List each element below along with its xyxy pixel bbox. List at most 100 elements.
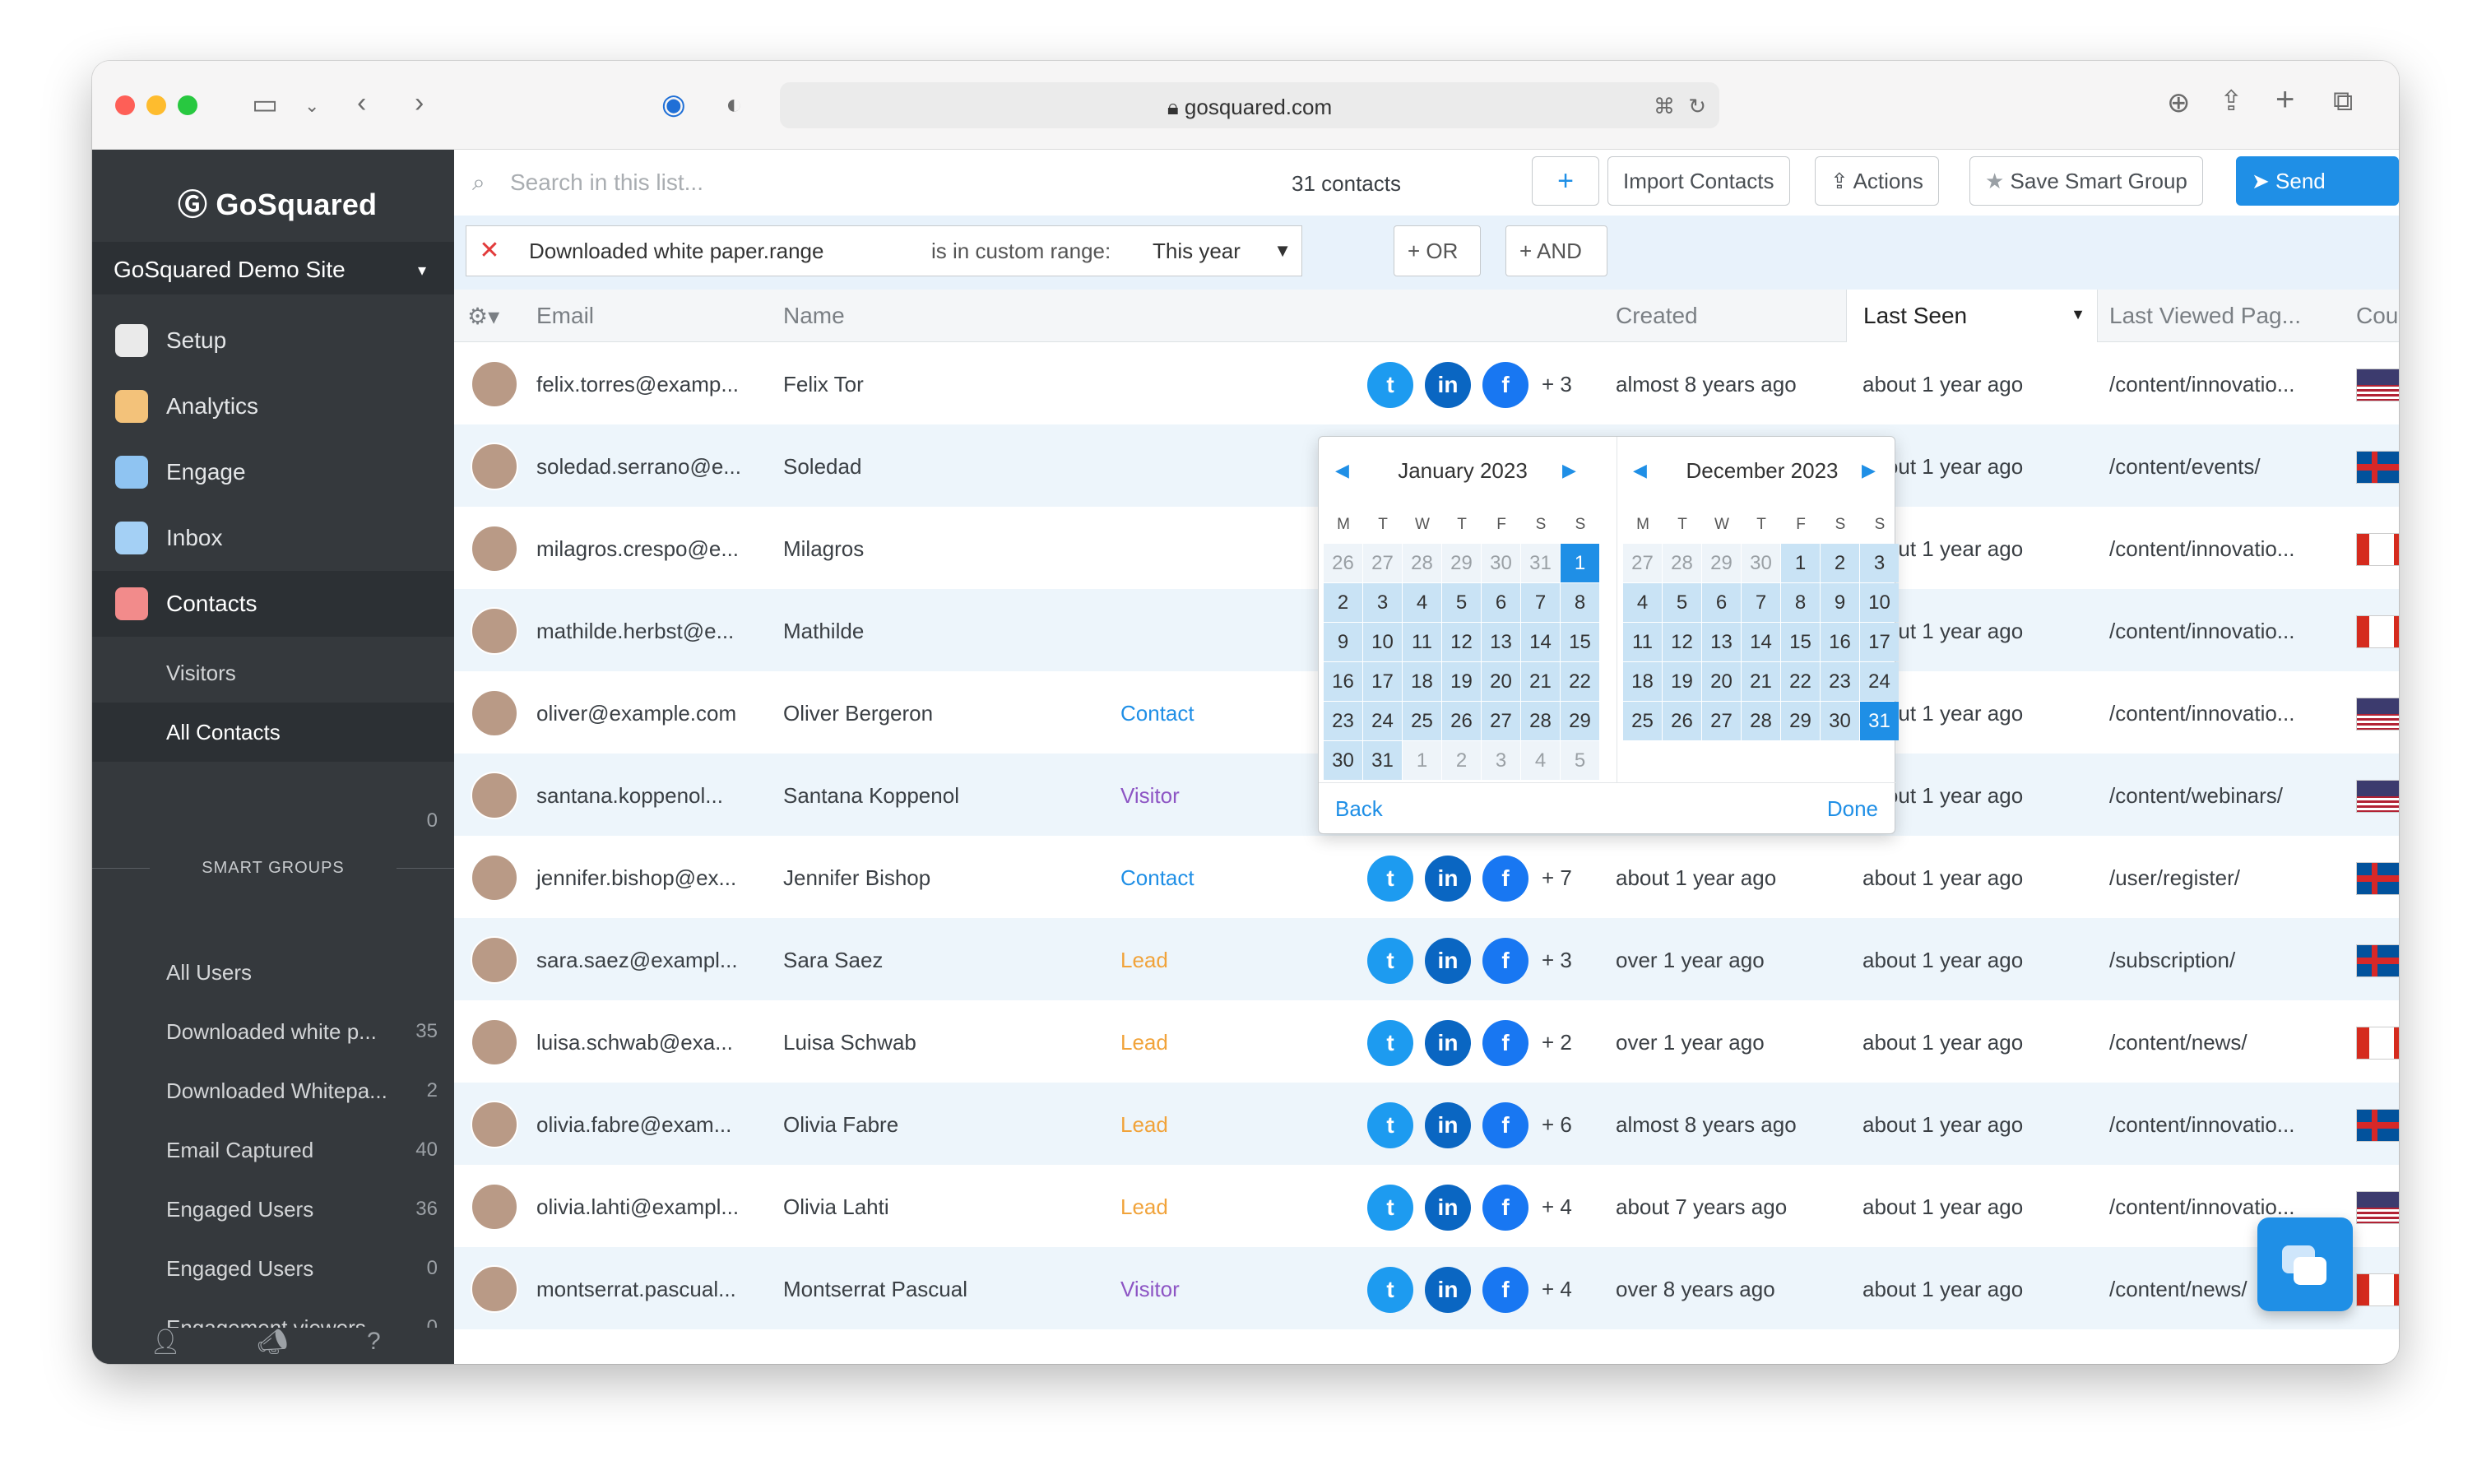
- twitter-icon[interactable]: t: [1367, 856, 1413, 902]
- table-row[interactable]: olivia.fabre@exam... Olivia Fabre Lead t in f…: [454, 1083, 2399, 1165]
- calendar-day[interactable]: 15: [1781, 623, 1820, 661]
- col-email[interactable]: Email: [536, 303, 594, 329]
- calendar-day[interactable]: 4: [1623, 583, 1662, 622]
- col-name[interactable]: Name: [783, 303, 845, 329]
- calendar-day[interactable]: 4: [1521, 741, 1560, 780]
- col-country[interactable]: Countı: [2356, 303, 2399, 329]
- nav-inbox[interactable]: Inbox: [92, 505, 454, 571]
- announcement-icon[interactable]: 📣︎: [257, 1328, 288, 1356]
- facebook-icon[interactable]: f: [1482, 1267, 1528, 1313]
- facebook-icon[interactable]: f: [1482, 1185, 1528, 1231]
- calendar-day[interactable]: 24: [1363, 702, 1402, 740]
- user-icon[interactable]: 👤︎: [150, 1328, 181, 1356]
- calendar-day[interactable]: 11: [1403, 623, 1441, 661]
- sidebar-toggle-icon[interactable]: ▭: [252, 90, 278, 118]
- add-contact-button[interactable]: +: [1532, 156, 1599, 206]
- calendar-day[interactable]: 28: [1742, 702, 1780, 740]
- facebook-icon[interactable]: f: [1482, 856, 1528, 902]
- calendar-day[interactable]: 13: [1702, 623, 1741, 661]
- maximize-window-button[interactable]: [178, 95, 197, 115]
- settings-gear-icon[interactable]: ⚙▾: [467, 303, 499, 330]
- group-item[interactable]: Downloaded Whitepa... 2: [92, 1061, 454, 1120]
- col-created[interactable]: Created: [1616, 303, 1698, 329]
- calendar-day[interactable]: 9: [1324, 623, 1362, 661]
- calendar-day[interactable]: 27: [1623, 544, 1662, 582]
- calendar-day[interactable]: 31: [1363, 741, 1402, 780]
- linkedin-icon[interactable]: in: [1425, 1267, 1471, 1313]
- calendar-day[interactable]: 31: [1860, 702, 1899, 740]
- calendar-day[interactable]: 12: [1442, 623, 1481, 661]
- calendar-day[interactable]: 30: [1821, 702, 1859, 740]
- calendar-day[interactable]: 2: [1442, 741, 1481, 780]
- linkedin-icon[interactable]: in: [1425, 938, 1471, 984]
- calendar-day[interactable]: 3: [1363, 583, 1402, 622]
- translate-icon[interactable]: ⌘: [1654, 92, 1675, 120]
- calendar-day[interactable]: 1: [1561, 544, 1599, 582]
- calendar-day[interactable]: 14: [1521, 623, 1560, 661]
- calendar-day[interactable]: 1: [1781, 544, 1820, 582]
- facebook-icon[interactable]: f: [1482, 1102, 1528, 1148]
- calendar-day[interactable]: 7: [1742, 583, 1780, 622]
- calendar-day[interactable]: 28: [1403, 544, 1441, 582]
- calendar-day[interactable]: 16: [1821, 623, 1859, 661]
- site-selector[interactable]: GoSquared Demo Site ▾: [92, 242, 454, 294]
- chat-launcher-button[interactable]: [2257, 1217, 2353, 1311]
- shield-icon[interactable]: ◐: [726, 90, 743, 118]
- calendar-day[interactable]: 21: [1521, 662, 1560, 701]
- calendar-day[interactable]: 18: [1403, 662, 1441, 701]
- calendar-day[interactable]: 19: [1663, 662, 1701, 701]
- calendar-day[interactable]: 4: [1403, 583, 1441, 622]
- import-contacts-button[interactable]: Import Contacts: [1607, 156, 1790, 206]
- facebook-icon[interactable]: f: [1482, 362, 1528, 408]
- table-row[interactable]: olivia.lahti@exampl... Olivia Lahti Lead t i…: [454, 1165, 2399, 1247]
- nav-analytics[interactable]: Analytics: [92, 373, 454, 439]
- calendar-day[interactable]: 28: [1521, 702, 1560, 740]
- linkedin-icon[interactable]: in: [1425, 1020, 1471, 1066]
- calendar-day[interactable]: 22: [1781, 662, 1820, 701]
- next-month-icon[interactable]: ▶: [1862, 460, 1876, 481]
- calendar-day[interactable]: 30: [1482, 544, 1520, 582]
- calendar-day[interactable]: 10: [1860, 583, 1899, 622]
- calendar-day[interactable]: 3: [1860, 544, 1899, 582]
- calendar-day[interactable]: 18: [1623, 662, 1662, 701]
- calendar-day[interactable]: 5: [1663, 583, 1701, 622]
- calendar-day[interactable]: 6: [1482, 583, 1520, 622]
- calendar-day[interactable]: 12: [1663, 623, 1701, 661]
- calendar-day[interactable]: 30: [1742, 544, 1780, 582]
- calendar-day[interactable]: 29: [1781, 702, 1820, 740]
- calendar-day[interactable]: 20: [1482, 662, 1520, 701]
- calendar-day[interactable]: 26: [1663, 702, 1701, 740]
- remove-filter-button[interactable]: ✕: [466, 225, 513, 276]
- share-icon[interactable]: ⇪: [2220, 87, 2243, 115]
- calendar-day[interactable]: 26: [1324, 544, 1362, 582]
- filter-field[interactable]: Downloaded white paper.range: [513, 225, 919, 276]
- new-tab-icon[interactable]: +: [2275, 83, 2294, 116]
- table-row[interactable]: montserrat.pascual... Montserrat Pascual V…: [454, 1247, 2399, 1329]
- nav-contacts[interactable]: Contacts: [92, 571, 454, 637]
- linkedin-icon[interactable]: in: [1425, 1185, 1471, 1231]
- calendar-day[interactable]: 20: [1702, 662, 1741, 701]
- download-icon[interactable]: ⊕: [2167, 89, 2191, 117]
- twitter-icon[interactable]: t: [1367, 362, 1413, 408]
- calendar-day[interactable]: 27: [1363, 544, 1402, 582]
- col-last-seen[interactable]: Last Seen ▼: [1846, 290, 2098, 342]
- help-icon[interactable]: ?: [367, 1328, 381, 1356]
- twitter-icon[interactable]: t: [1367, 1267, 1413, 1313]
- twitter-icon[interactable]: t: [1367, 1185, 1413, 1231]
- password-manager-icon[interactable]: ◉: [661, 90, 686, 118]
- twitter-icon[interactable]: t: [1367, 1102, 1413, 1148]
- calendar-back-button[interactable]: Back: [1335, 796, 1383, 822]
- calendar-day[interactable]: 10: [1363, 623, 1402, 661]
- calendar-day[interactable]: 14: [1742, 623, 1780, 661]
- calendar-day[interactable]: 8: [1781, 583, 1820, 622]
- calendar-day[interactable]: 11: [1623, 623, 1662, 661]
- forward-icon[interactable]: ›: [415, 89, 424, 117]
- calendar-day[interactable]: 2: [1324, 583, 1362, 622]
- sub-visitors[interactable]: Visitors: [92, 643, 454, 703]
- calendar-done-button[interactable]: Done: [1827, 796, 1878, 822]
- calendar-day[interactable]: 27: [1702, 702, 1741, 740]
- calendar-day[interactable]: 5: [1561, 741, 1599, 780]
- calendar-day[interactable]: 27: [1482, 702, 1520, 740]
- calendar-day[interactable]: 31: [1521, 544, 1560, 582]
- table-row[interactable]: sara.saez@exampl... Sara Saez Lead t in f + 3 o…: [454, 918, 2399, 1000]
